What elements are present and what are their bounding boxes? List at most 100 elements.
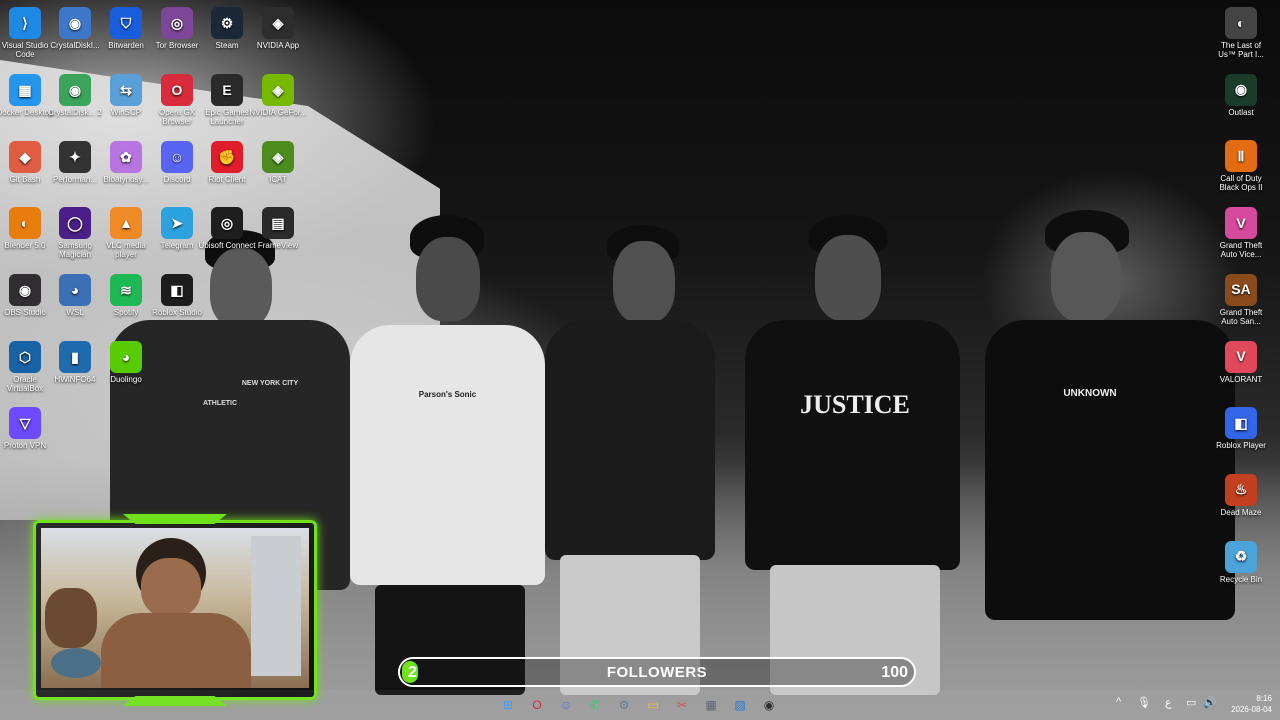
- input-language-indicator[interactable]: ع: [1165, 696, 1172, 709]
- frameview-icon: ▤: [262, 207, 294, 239]
- desktop-shortcut[interactable]: ◈ NVIDIA GeFor...: [249, 70, 307, 117]
- windows-start-icon[interactable]: ⊞: [496, 693, 520, 717]
- desktop-shortcut[interactable]: ◉ CrystalDisk... 2: [46, 70, 104, 117]
- snipping-tool-taskbar-icon[interactable]: ✂: [670, 693, 694, 717]
- desktop-shortcut[interactable]: ◎ Ubisoft Connect: [198, 203, 256, 250]
- desktop-shortcut-label: NVIDIA GeFor...: [249, 108, 307, 117]
- desktop-shortcut-label: Spotify: [113, 308, 139, 317]
- desktop-shortcut[interactable]: ◈ NVIDIA App: [249, 3, 307, 50]
- outlast-icon: ◉: [1225, 73, 1257, 106]
- desktop-shortcut[interactable]: ◕ WSL: [46, 270, 104, 317]
- gta-vice-icon: V: [1225, 207, 1257, 240]
- desktop-shortcut-label: Samsung Magician: [58, 241, 92, 259]
- desktop-shortcut[interactable]: ✿ Bloatynosy...: [97, 137, 155, 184]
- clock-date: 2026-08-04: [1231, 705, 1272, 714]
- desktop-shortcut-label: Grand Theft Auto Vice...: [1219, 241, 1263, 260]
- performance-icon: ✦: [59, 141, 91, 173]
- desktop-shortcut-label: Grand Theft Auto San...: [1219, 307, 1263, 326]
- desktop-shortcut[interactable]: ▲ VLC media player: [97, 203, 155, 259]
- desktop-shortcut[interactable]: ♻ Recycle Bin: [1212, 537, 1270, 584]
- desktop-shortcut-label: CrystalDiskI...: [50, 41, 100, 50]
- desktop-shortcut-label: Recycle Bin: [1219, 574, 1263, 584]
- desktop-shortcut[interactable]: ◈ ICAT: [249, 137, 307, 184]
- gitbash-icon: ◆: [9, 141, 41, 173]
- deadmaze-icon: ♨: [1225, 473, 1257, 506]
- desktop-shortcut[interactable]: ♨ Dead Maze: [1212, 470, 1270, 517]
- desktop-shortcut-label: VALORANT: [1219, 374, 1263, 384]
- virtualbox-icon: ⬡: [9, 341, 41, 373]
- desktop-shortcut-label: HWiNFO64: [54, 375, 96, 384]
- steam-icon: ⚙: [211, 7, 243, 39]
- network-icon[interactable]: ▭: [1186, 696, 1196, 709]
- winscp-icon: ⇆: [110, 74, 142, 106]
- desktop-shortcut[interactable]: ⚙ Steam: [198, 3, 256, 50]
- desktop-shortcut[interactable]: Ⅱ Call of Duty Black Ops II: [1212, 136, 1270, 192]
- desktop-shortcut-label: Bloatynosy...: [103, 175, 149, 184]
- whatsapp-taskbar-icon[interactable]: ✆: [583, 693, 607, 717]
- obs-taskbar-icon[interactable]: ◉: [757, 693, 781, 717]
- gta-sa-icon: SA: [1225, 273, 1257, 306]
- desktop-shortcut[interactable]: V VALORANT: [1212, 337, 1270, 384]
- microphone-icon[interactable]: 🎙: [1137, 696, 1151, 709]
- desktop-shortcut[interactable]: SA Grand Theft Auto San...: [1212, 270, 1270, 326]
- hwinfo-icon: ▮: [59, 341, 91, 373]
- settings-taskbar-icon[interactable]: ⚙: [612, 693, 636, 717]
- valorant-icon: V: [1225, 340, 1257, 373]
- desktop-shortcut[interactable]: ▤ FrameView: [249, 203, 307, 250]
- epic-icon: E: [211, 74, 243, 106]
- desktop-shortcut[interactable]: ◉ CrystalDiskI...: [46, 3, 104, 50]
- desktop-shortcut[interactable]: ◧ Roblox Player: [1212, 403, 1270, 450]
- docker-icon: ▦: [9, 74, 41, 106]
- desktop-shortcut[interactable]: ≋ Spotify: [97, 270, 155, 317]
- icat-icon: ◈: [262, 141, 294, 173]
- desktop-shortcut[interactable]: E Epic Games Launcher: [198, 70, 256, 126]
- wallpaper-person-4: JUSTICE: [745, 215, 960, 695]
- desktop-shortcut-label: The Last of Us™ Part I...: [1218, 41, 1264, 59]
- desktop-shortcut[interactable]: ◉ Outlast: [1212, 70, 1270, 117]
- file-explorer-taskbar-icon[interactable]: ▭: [641, 693, 665, 717]
- wallpaper-person-3: [545, 225, 715, 695]
- photos-taskbar-icon[interactable]: ▨: [728, 693, 752, 717]
- desktop-shortcut[interactable]: ✊ Riot Client: [198, 137, 256, 184]
- roblox-player-icon: ◧: [1225, 407, 1257, 440]
- tor-icon: ◎: [161, 7, 193, 39]
- desktop-shortcut[interactable]: ▽ Proton VPN: [0, 403, 54, 450]
- desktop-shortcut-label: WSL: [66, 308, 84, 317]
- discord-taskbar-icon[interactable]: ☺: [554, 693, 578, 717]
- blender-icon: ◐: [9, 207, 41, 239]
- desktop-shortcut-label: Bitwarden: [108, 41, 144, 50]
- recycle-bin-icon: ♻: [1225, 540, 1257, 573]
- tray-overflow-chevron-icon[interactable]: ^: [1116, 696, 1121, 708]
- desktop-shortcut[interactable]: ◐ The Last of Us™ Part I...: [1212, 3, 1270, 59]
- desktop-shortcut-label: FrameView: [257, 241, 299, 250]
- cod-icon: Ⅱ: [1225, 140, 1257, 173]
- desktop-shortcut-label: Performan...: [52, 175, 97, 184]
- taskbar-clock[interactable]: 8:16 2026-08-04: [1231, 693, 1272, 715]
- desktop-shortcut[interactable]: ⇆ WinSCP: [97, 70, 155, 117]
- desktop-shortcut[interactable]: ◕ Duolingo: [97, 337, 155, 384]
- followers-goal: 100: [881, 664, 908, 681]
- desktop-shortcut-label: Steam: [215, 41, 239, 50]
- desktop-shortcut-label: Proton VPN: [3, 441, 47, 450]
- desktop-shortcut[interactable]: ⛉ Bitwarden: [97, 3, 155, 50]
- calculator-taskbar-icon[interactable]: ▦: [699, 693, 723, 717]
- opera-gx-taskbar-icon[interactable]: O: [525, 693, 549, 717]
- webcam-feed: [41, 528, 309, 688]
- desktop-shortcut-label: Duolingo: [110, 375, 142, 384]
- vscode-icon: ⟩: [9, 7, 41, 39]
- desktop-shortcut[interactable]: ✦ Performan...: [46, 137, 104, 184]
- followers-title: FOLLOWERS: [606, 664, 708, 681]
- desktop-shortcut[interactable]: V Grand Theft Auto Vice...: [1212, 203, 1270, 259]
- duolingo-icon: ◕: [110, 341, 142, 373]
- roblox-studio-icon: ◧: [161, 274, 193, 306]
- desktop-shortcut-label: Dead Maze: [1220, 507, 1262, 517]
- desktop-shortcut-label: NVIDIA App: [256, 41, 300, 50]
- volume-icon[interactable]: 🔊: [1203, 696, 1217, 709]
- desktop-shortcut[interactable]: ▮ HWiNFO64: [46, 337, 104, 384]
- desktop-shortcut[interactable]: ◧ Roblox Studio: [148, 270, 206, 317]
- desktop-shortcut[interactable]: ◯ Samsung Magician: [46, 203, 104, 259]
- obs-icon: ◉: [9, 274, 41, 306]
- telegram-icon: ➤: [161, 207, 193, 239]
- vlc-icon: ▲: [110, 207, 142, 239]
- crystaldisk-icon: ◉: [59, 7, 91, 39]
